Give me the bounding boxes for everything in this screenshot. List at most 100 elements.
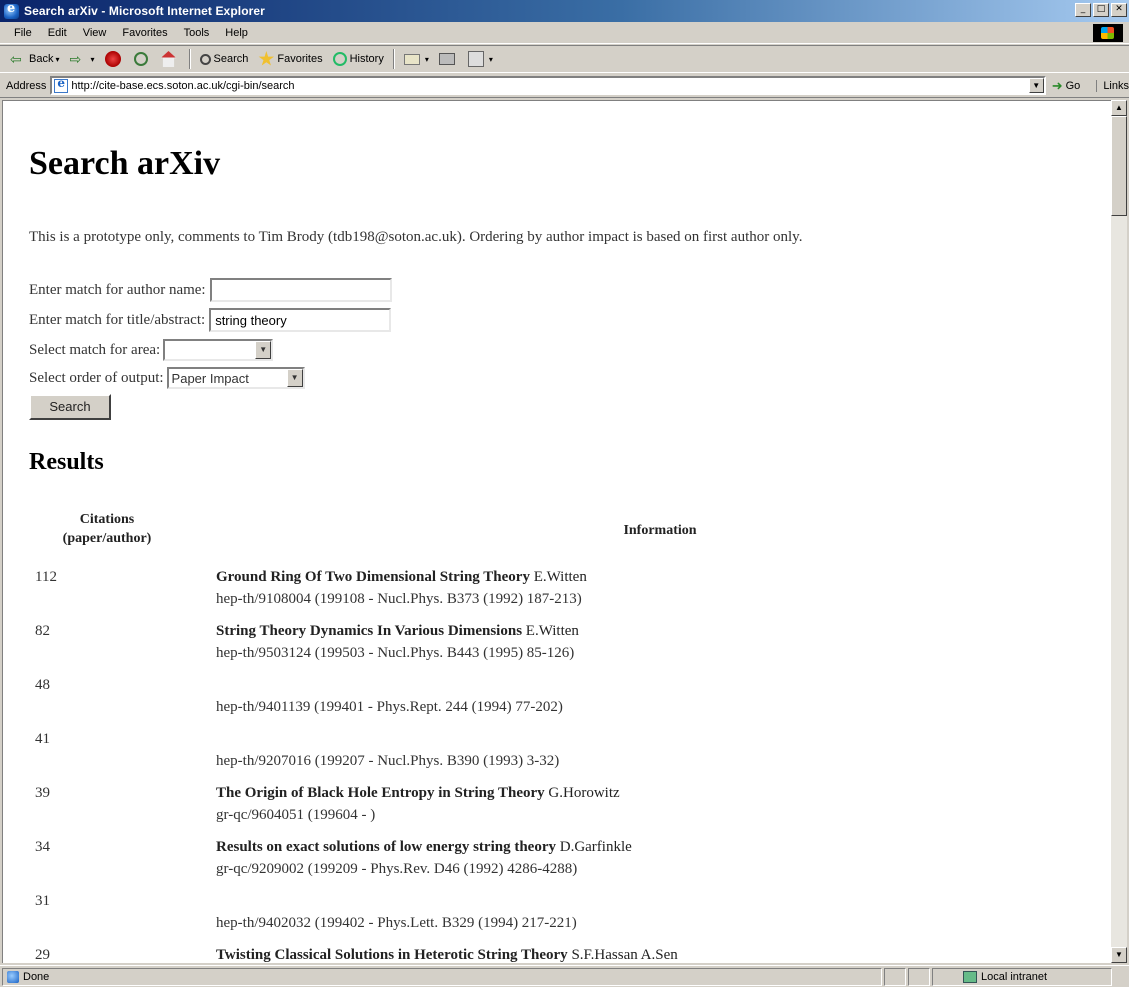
refresh-button[interactable] [130,48,155,70]
result-author: S.F.Hassan A.Sen [571,947,678,963]
result-title[interactable]: The Origin of Black Hole Entropy in Stri… [216,785,545,801]
author-input[interactable] [209,278,392,302]
refresh-icon [133,52,148,66]
result-reference[interactable]: gr-qc/9604051 (199604 - ) [216,807,375,824]
window-title: Search arXiv - Microsoft Internet Explor… [24,4,265,18]
order-row: Select order of output: Paper Impact ▼ [29,367,305,389]
print-button[interactable] [435,48,462,70]
back-label: Back [29,53,54,65]
citations-column-header: Citations (paper/author) [33,510,181,548]
forward-button[interactable]: ⇨ ▾ [65,48,98,70]
close-button[interactable]: ✕ [1111,3,1127,17]
result-title-line: The Origin of Black Hole Entropy in Stri… [216,785,620,802]
go-button[interactable]: ➜ Go [1052,78,1081,94]
vertical-scrollbar[interactable]: ▲ ▼ [1111,100,1127,963]
address-url[interactable]: http://cite-base.ecs.soton.ac.uk/cgi-bin… [71,80,294,92]
result-reference[interactable]: hep-th/9401139 (199401 - Phys.Rept. 244 … [216,699,563,716]
chevron-down-icon[interactable]: ▼ [255,341,272,359]
citation-count: 82 [35,623,50,639]
result-author: E.Witten [525,623,579,639]
citation-count: 39 [35,785,50,801]
author-row: Enter match for author name: [29,278,392,302]
status-text: Done [23,970,50,983]
search-button[interactable]: Search [29,394,111,420]
menu-bar: File Edit View Favorites Tools Help [0,22,1129,44]
area-label: Select match for area: [29,341,161,358]
information-column-header: Information [623,523,697,538]
area-select[interactable]: ▼ [163,339,274,361]
home-icon [160,51,177,67]
window-controls: _ □ ✕ [1075,3,1127,17]
zone-text: Local intranet [981,970,1048,983]
title-abstract-input[interactable] [209,308,392,332]
scroll-up-icon[interactable]: ▲ [1111,100,1127,116]
menu-tools[interactable]: Tools [176,27,218,39]
go-label: Go [1065,79,1081,92]
result-reference[interactable]: gr-qc/9209002 (199209 - Phys.Rev. D46 (1… [216,861,577,878]
scroll-thumb[interactable] [1111,116,1127,216]
status-bar: Done Local intranet [0,965,1129,987]
favorites-button[interactable]: Favorites [254,48,326,70]
search-toolbar-button[interactable]: Search [196,48,253,70]
title-bar: Search arXiv - Microsoft Internet Explor… [0,0,1129,22]
result-title[interactable]: Twisting Classical Solutions in Heteroti… [216,947,568,963]
result-reference[interactable]: hep-th/9207016 (199207 - Nucl.Phys. B390… [216,753,559,770]
menu-favorites[interactable]: Favorites [114,27,175,39]
favorites-icon [258,51,275,66]
edit-dropdown-icon[interactable]: ▾ [489,55,493,64]
result-reference[interactable]: hep-th/9108004 (199108 - Nucl.Phys. B373… [216,591,582,608]
result-title-line: Results on exact solutions of low energy… [216,839,632,856]
result-author: G.Horowitz [548,785,620,801]
result-reference[interactable]: hep-th/9503124 (199503 - Nucl.Phys. B443… [216,645,574,662]
page-done-icon [7,970,19,983]
forward-arrow-icon: ⇨ [69,51,82,67]
go-arrow-icon: ➜ [1051,77,1063,93]
back-button[interactable]: ⇦ Back ▾ [6,48,63,70]
home-button[interactable] [157,48,184,70]
menu-edit[interactable]: Edit [40,27,75,39]
toolbar-separator [188,49,191,69]
maximize-button[interactable]: □ [1093,3,1109,17]
address-label: Address [6,79,47,92]
search-toolbar-label: Search [213,53,249,65]
history-icon [332,52,347,66]
result-title[interactable]: Ground Ring Of Two Dimensional String Th… [216,569,530,585]
citation-count: 41 [35,731,50,747]
menu-file[interactable]: File [6,27,40,39]
forward-dropdown-icon[interactable]: ▾ [90,55,94,64]
back-arrow-icon: ⇦ [10,51,22,67]
address-bar: Address http://cite-base.ecs.soton.ac.uk… [0,74,1129,98]
results-heading: Results [29,449,104,475]
links-button[interactable]: Links [1096,79,1129,92]
author-label: Enter match for author name: [29,281,206,298]
menu-view[interactable]: View [75,27,115,39]
order-select-value: Paper Impact [171,370,249,386]
result-reference[interactable]: hep-th/9402032 (199402 - Phys.Lett. B329… [216,915,577,932]
order-select[interactable]: Paper Impact ▼ [166,367,305,389]
back-dropdown-icon[interactable]: ▾ [55,55,59,64]
history-label: History [349,53,384,65]
address-input[interactable]: http://cite-base.ecs.soton.ac.uk/cgi-bin… [50,76,1046,95]
citation-count: 34 [35,839,50,855]
history-button[interactable]: History [329,48,388,70]
mail-button[interactable]: ▾ [400,48,433,70]
search-icon [199,53,211,65]
page-title: Search arXiv [29,145,221,182]
edit-button[interactable]: ▾ [464,48,497,70]
order-label: Select order of output: [29,369,164,386]
ie-app-icon[interactable] [4,1,19,19]
address-dropdown-icon[interactable]: ▼ [1028,78,1044,93]
scroll-down-icon[interactable]: ▼ [1111,947,1127,963]
result-title[interactable]: String Theory Dynamics In Various Dimens… [216,623,522,639]
result-title[interactable]: Results on exact solutions of low energy… [216,839,556,855]
chevron-down-icon[interactable]: ▼ [286,369,303,387]
intranet-zone-icon [963,970,977,983]
menu-help[interactable]: Help [217,27,256,39]
citations-header-line2: (paper/author) [62,531,152,546]
minimize-button[interactable]: _ [1075,3,1091,17]
result-title-line: String Theory Dynamics In Various Dimens… [216,623,579,640]
mail-dropdown-icon[interactable]: ▾ [425,55,429,64]
stop-button[interactable] [101,48,128,70]
citations-header-line1: Citations [79,512,135,527]
title-row: Enter match for title/abstract: [29,308,392,332]
